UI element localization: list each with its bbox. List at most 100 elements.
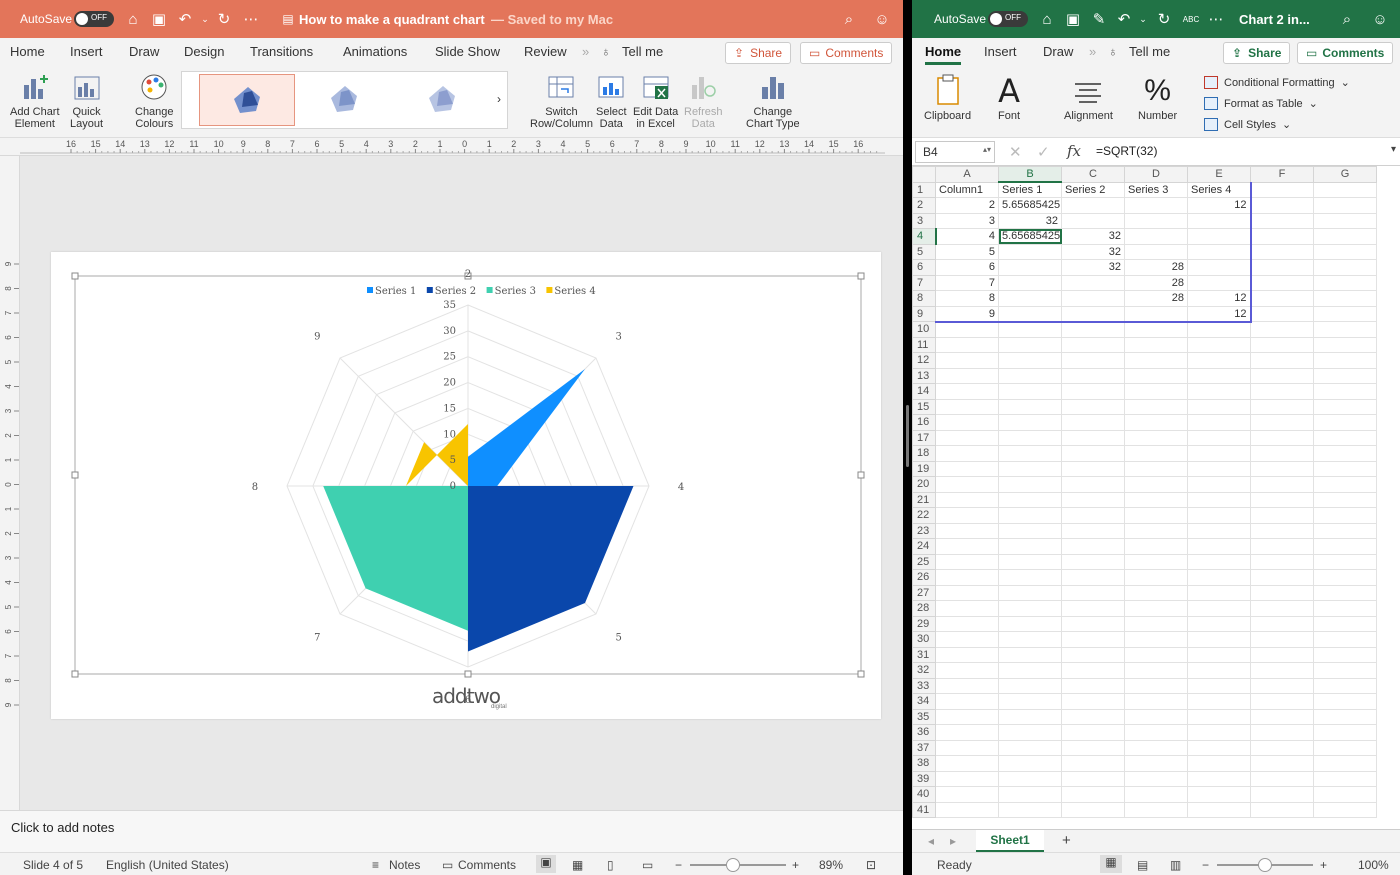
cell-F3[interactable] — [1250, 212, 1314, 229]
cell-B36[interactable] — [998, 724, 1062, 741]
cell-E11[interactable] — [1187, 336, 1251, 353]
cell-D18[interactable] — [1124, 445, 1188, 462]
account-icon[interactable]: ☺ — [1369, 8, 1391, 30]
cell-F26[interactable] — [1250, 569, 1314, 586]
cell-A31[interactable] — [935, 646, 999, 663]
spelling-icon[interactable]: ABC — [1180, 8, 1202, 30]
cell-F21[interactable] — [1250, 491, 1314, 508]
cell-D34[interactable] — [1124, 693, 1188, 710]
next-sheet-icon[interactable]: ▸ — [950, 834, 956, 848]
cell-D27[interactable] — [1124, 584, 1188, 601]
zoom-out-icon[interactable]: − — [675, 858, 682, 872]
column-header[interactable]: A — [935, 166, 999, 183]
cell-C21[interactable] — [1061, 491, 1125, 508]
cell-G38[interactable] — [1313, 755, 1377, 772]
row-header[interactable]: 11 — [912, 336, 936, 353]
cell-B31[interactable] — [998, 646, 1062, 663]
cell-B4[interactable]: 5.65685425 — [998, 228, 1062, 245]
cell-B9[interactable] — [998, 305, 1062, 323]
cell-A35[interactable] — [935, 708, 999, 725]
cell-B35[interactable] — [998, 708, 1062, 725]
more-icon[interactable]: ⋯ — [240, 8, 262, 30]
cell-D14[interactable] — [1124, 383, 1188, 400]
cell-D17[interactable] — [1124, 429, 1188, 446]
cell-A1[interactable]: Column1 — [935, 181, 999, 198]
row-header[interactable]: 21 — [912, 491, 936, 508]
page-break-icon[interactable]: ▥ — [1170, 858, 1181, 872]
insert-function-icon[interactable]: fx — [1067, 142, 1081, 160]
cell-G1[interactable] — [1313, 181, 1377, 198]
cell-E3[interactable] — [1187, 212, 1252, 229]
cell-D16[interactable] — [1124, 414, 1188, 431]
cell-C39[interactable] — [1061, 770, 1125, 787]
cell-E19[interactable] — [1187, 460, 1251, 477]
zoom-level[interactable]: 89% — [819, 858, 843, 872]
cell-F20[interactable] — [1250, 476, 1314, 493]
cell-E36[interactable] — [1187, 724, 1251, 741]
cell-G32[interactable] — [1313, 662, 1377, 679]
tab-home[interactable]: Home — [10, 44, 45, 59]
cell-F1[interactable] — [1250, 181, 1314, 198]
cell-E41[interactable] — [1187, 801, 1251, 818]
cell-D8[interactable]: 28 — [1124, 290, 1188, 307]
cell-B12[interactable] — [998, 352, 1062, 369]
cell-A19[interactable] — [935, 460, 999, 477]
cell-B33[interactable] — [998, 677, 1062, 694]
cell-A38[interactable] — [935, 755, 999, 772]
cell-C19[interactable] — [1061, 460, 1125, 477]
cell-A3[interactable]: 3 — [935, 212, 999, 229]
cell-G27[interactable] — [1313, 584, 1377, 601]
cell-F24[interactable] — [1250, 538, 1314, 555]
cell-B24[interactable] — [998, 538, 1062, 555]
cell-F4[interactable] — [1250, 228, 1314, 245]
cell-G33[interactable] — [1313, 677, 1377, 694]
cell-G30[interactable] — [1313, 631, 1377, 648]
cell-B23[interactable] — [998, 522, 1062, 539]
cell-D3[interactable] — [1124, 212, 1188, 229]
cell-A39[interactable] — [935, 770, 999, 787]
cell-F29[interactable] — [1250, 615, 1314, 632]
format-as-table-button[interactable]: Format as Table ⌄ — [1204, 93, 1350, 114]
cell-G5[interactable] — [1313, 243, 1377, 260]
cell-B37[interactable] — [998, 739, 1062, 756]
cell-F19[interactable] — [1250, 460, 1314, 477]
select-all-corner[interactable] — [912, 166, 936, 183]
cell-G9[interactable] — [1313, 305, 1377, 322]
row-header[interactable]: 38 — [912, 755, 936, 772]
cell-A13[interactable] — [935, 367, 999, 384]
slideshow-view-icon[interactable]: ▭ — [642, 858, 653, 872]
zoom-slider[interactable] — [1217, 858, 1313, 872]
cell-E14[interactable] — [1187, 383, 1251, 400]
name-box-stepper-icon[interactable]: ▴▾ — [983, 145, 991, 154]
zoom-slider-thumb[interactable] — [1258, 858, 1272, 872]
cell-D30[interactable] — [1124, 631, 1188, 648]
cell-F7[interactable] — [1250, 274, 1314, 291]
cell-D20[interactable] — [1124, 476, 1188, 493]
cell-F18[interactable] — [1250, 445, 1314, 462]
cell-B19[interactable] — [998, 460, 1062, 477]
cell-F37[interactable] — [1250, 739, 1314, 756]
cell-C36[interactable] — [1061, 724, 1125, 741]
switch-row-column-button[interactable]: Switch Row/Column — [530, 70, 593, 130]
tab-slide-show[interactable]: Slide Show — [435, 44, 500, 59]
cell-F23[interactable] — [1250, 522, 1314, 539]
row-header[interactable]: 7 — [912, 274, 936, 291]
row-header[interactable]: 13 — [912, 367, 936, 384]
cell-G36[interactable] — [1313, 724, 1377, 741]
cell-E33[interactable] — [1187, 677, 1251, 694]
undo-dropdown-chevron-icon[interactable]: ⌄ — [1132, 8, 1154, 30]
cell-G40[interactable] — [1313, 786, 1377, 803]
row-header[interactable]: 34 — [912, 693, 936, 710]
cell-E35[interactable] — [1187, 708, 1251, 725]
cell-F9[interactable] — [1250, 305, 1314, 322]
column-header[interactable]: E — [1187, 166, 1251, 183]
cell-G8[interactable] — [1313, 290, 1377, 307]
cell-D7[interactable]: 28 — [1124, 274, 1188, 291]
cell-D36[interactable] — [1124, 724, 1188, 741]
reading-view-icon[interactable]: ▯ — [607, 858, 614, 872]
split-view-divider[interactable] — [903, 0, 912, 875]
cell-G6[interactable] — [1313, 259, 1377, 276]
row-header[interactable]: 14 — [912, 383, 936, 400]
cell-F22[interactable] — [1250, 507, 1314, 524]
cell-E39[interactable] — [1187, 770, 1251, 787]
